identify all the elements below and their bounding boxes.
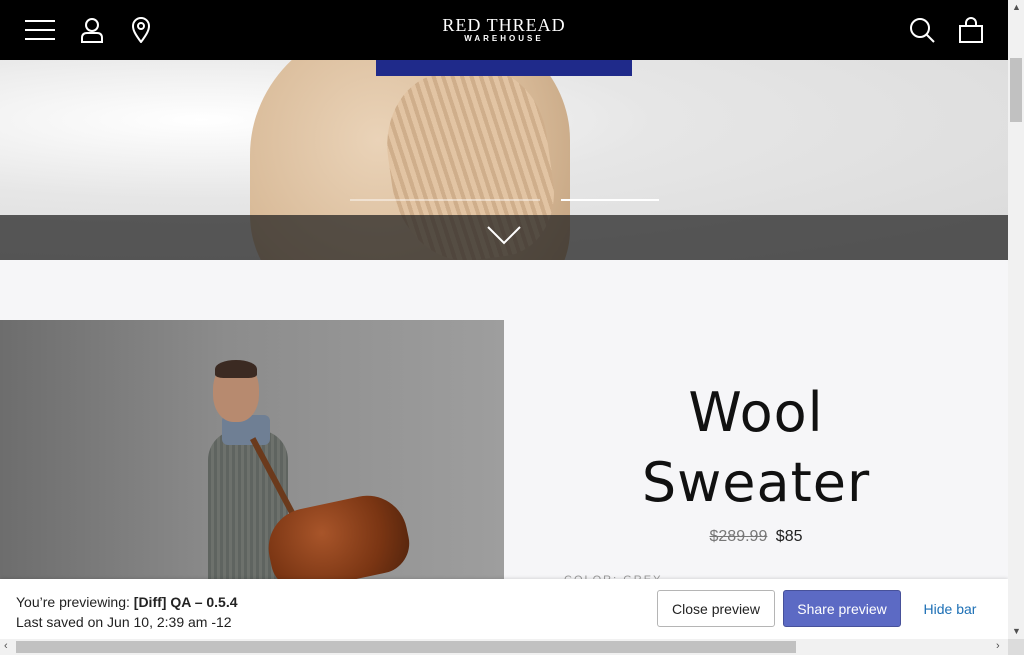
chevron-down-icon[interactable] xyxy=(487,225,521,250)
hero-cta-button[interactable] xyxy=(376,60,632,76)
scrollbar-corner xyxy=(1008,639,1024,655)
share-preview-button[interactable]: Share preview xyxy=(783,590,901,627)
search-icon[interactable] xyxy=(906,14,938,46)
preview-prefix: You’re previewing: xyxy=(16,594,134,610)
page: RED THREAD WAREHOUSE Wool Sweater $289.9… xyxy=(0,0,1024,655)
preview-info: You’re previewing: [Diff] QA – 0.5.4 Las… xyxy=(16,592,238,632)
hide-bar-link[interactable]: Hide bar xyxy=(915,590,985,627)
hero-slideshow xyxy=(0,60,1008,260)
product-price: $289.99 $85 xyxy=(504,528,1008,546)
vertical-scrollbar[interactable]: ▲ ▼ xyxy=(1008,0,1024,639)
site-header: RED THREAD WAREHOUSE xyxy=(0,0,1008,60)
scroll-up-icon[interactable]: ▲ xyxy=(1012,2,1021,12)
scroll-down-bar[interactable] xyxy=(0,215,1008,260)
vertical-scroll-thumb[interactable] xyxy=(1010,58,1022,122)
original-price: $289.99 xyxy=(709,528,768,545)
sale-price: $85 xyxy=(775,528,803,545)
product-title-line2: Sweater xyxy=(641,451,871,514)
preview-theme-line: You’re previewing: [Diff] QA – 0.5.4 xyxy=(16,592,238,612)
logo-text-main: RED THREAD xyxy=(442,15,566,35)
product-title-line1: Wool xyxy=(688,381,824,444)
product-title: Wool Sweater xyxy=(504,378,1008,518)
location-icon[interactable] xyxy=(125,14,157,46)
model-hair xyxy=(215,360,257,378)
scroll-right-icon[interactable]: › xyxy=(996,640,1000,652)
preview-last-saved: Last saved on Jun 10, 2:39 am -12 xyxy=(16,614,232,630)
bag-icon[interactable] xyxy=(955,14,987,46)
slide-indicator-active[interactable] xyxy=(561,199,659,201)
logo-text-sub: WAREHOUSE xyxy=(464,34,544,43)
scroll-down-icon[interactable]: ▼ xyxy=(1012,626,1021,636)
preview-theme-name: [Diff] QA – 0.5.4 xyxy=(133,594,238,610)
menu-icon[interactable] xyxy=(24,14,56,46)
account-icon[interactable] xyxy=(76,14,108,46)
theme-preview-bar: You’re previewing: [Diff] QA – 0.5.4 Las… xyxy=(0,579,1008,639)
store-logo[interactable]: RED THREAD WAREHOUSE xyxy=(404,16,604,44)
horizontal-scrollbar[interactable]: ‹ › xyxy=(0,639,1008,655)
scroll-left-icon[interactable]: ‹ xyxy=(4,640,8,652)
close-preview-button[interactable]: Close preview xyxy=(657,590,775,627)
horizontal-scroll-thumb[interactable] xyxy=(16,641,796,653)
slide-indicator[interactable] xyxy=(350,199,540,201)
